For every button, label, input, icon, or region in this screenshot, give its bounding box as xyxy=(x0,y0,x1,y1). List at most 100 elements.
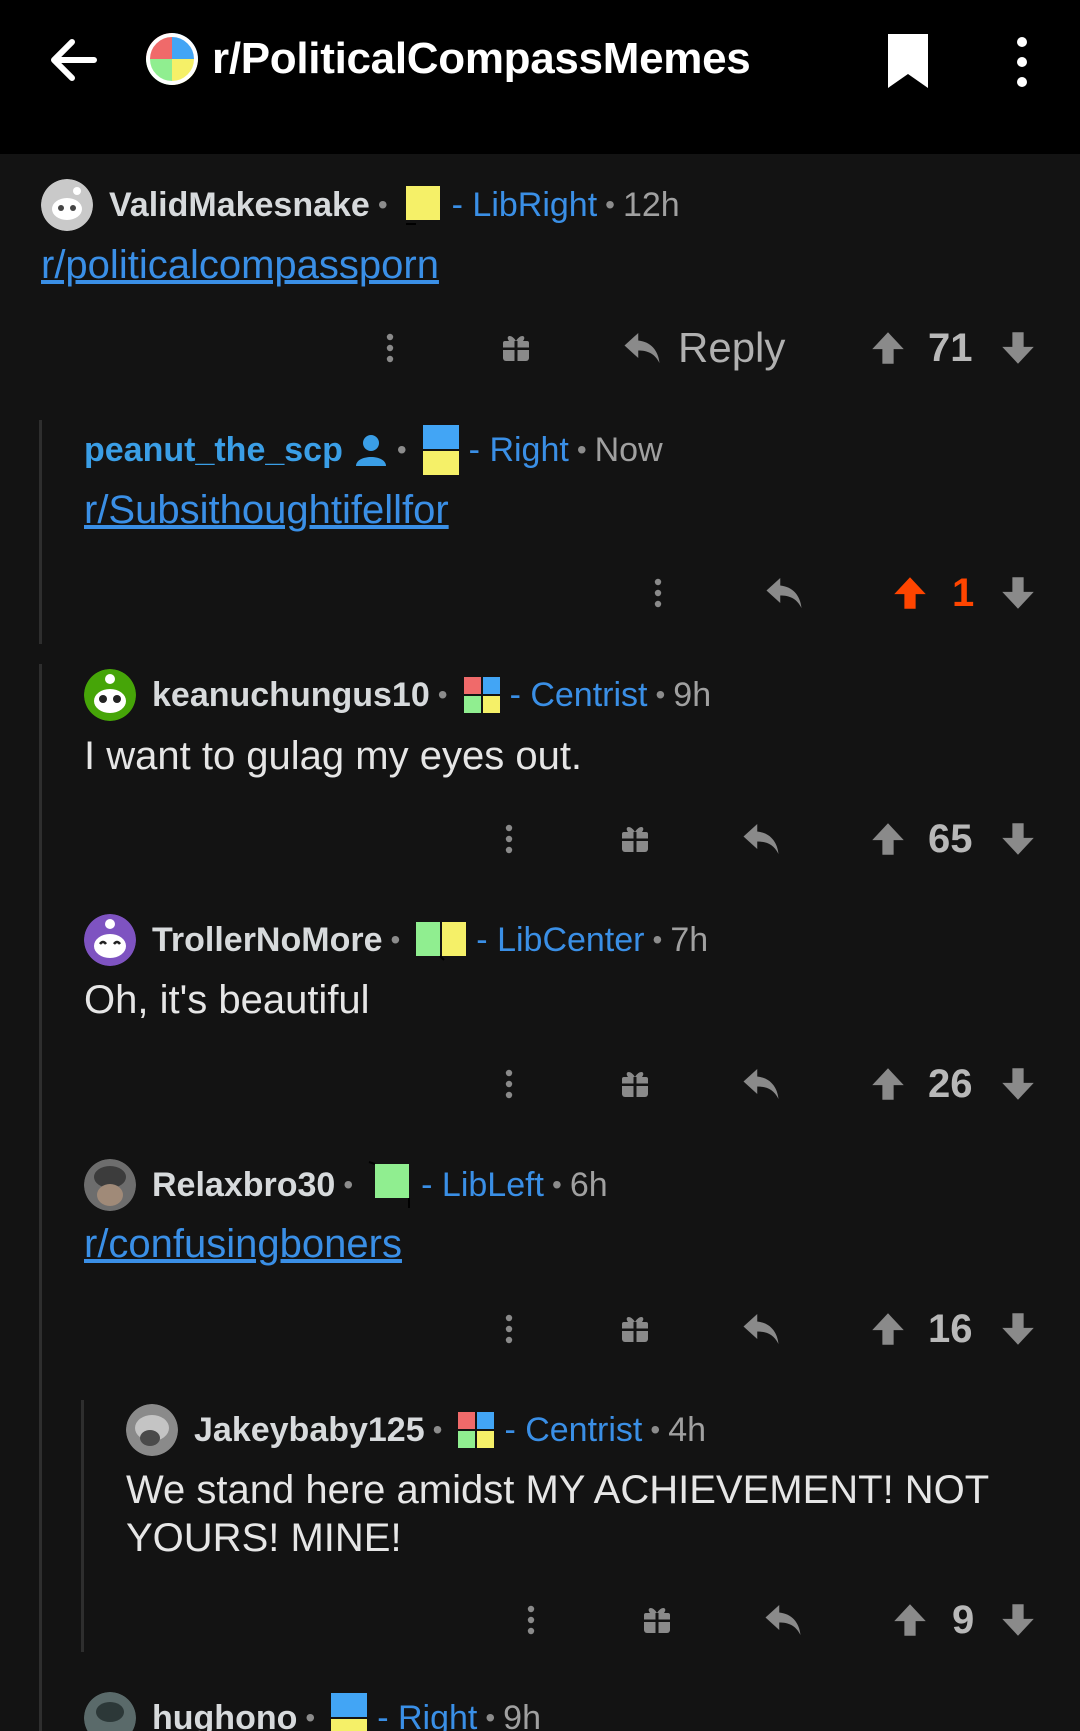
separator-dot: • xyxy=(377,189,388,220)
reply-icon[interactable] xyxy=(741,1054,781,1114)
bookmark-icon[interactable] xyxy=(882,30,934,92)
flair-icon xyxy=(368,1161,411,1208)
more-icon[interactable] xyxy=(642,563,674,623)
username[interactable]: peanut_the_scp xyxy=(84,431,343,470)
separator-dot: • xyxy=(655,679,666,710)
flair-label: - Centrist xyxy=(504,1410,643,1449)
app-header: r/PoliticalCompassMemes xyxy=(0,0,1080,134)
comment-text: I want to gulag my eyes out. xyxy=(84,734,583,778)
more-vertical-icon[interactable] xyxy=(1000,32,1044,92)
comment-meta: ValidMakesnake • - LibRight • 12h xyxy=(41,177,680,233)
reply-icon[interactable] xyxy=(741,809,781,869)
subreddit-avatar[interactable] xyxy=(146,33,198,85)
downvote-icon[interactable] xyxy=(1000,809,1036,869)
avatar[interactable] xyxy=(41,179,93,231)
comment-actions: 26 xyxy=(0,1054,1080,1114)
downvote-icon[interactable] xyxy=(1000,1299,1036,1359)
reply-label: Reply xyxy=(678,324,786,371)
comment-actions: 9 xyxy=(0,1590,1080,1650)
downvote-icon[interactable] xyxy=(1000,563,1036,623)
flair-label: - LibCenter xyxy=(476,920,645,959)
reply-button[interactable]: Reply xyxy=(622,318,785,378)
comment-meta: Relaxbro30 • - LibLeft • 6h xyxy=(84,1157,608,1213)
reply-icon[interactable] xyxy=(764,563,804,623)
separator-dot: • xyxy=(650,1414,661,1445)
timestamp: 4h xyxy=(668,1410,707,1449)
gift-icon[interactable] xyxy=(619,1054,651,1114)
separator-dot: • xyxy=(652,924,663,955)
flair-icon xyxy=(331,1693,368,1731)
flair-label: - Right xyxy=(377,1698,478,1731)
upvote-icon[interactable] xyxy=(892,563,928,623)
more-icon[interactable] xyxy=(493,809,525,869)
user-icon xyxy=(355,435,386,466)
gift-icon[interactable] xyxy=(641,1590,673,1650)
upvote-icon[interactable] xyxy=(870,1299,906,1359)
flair-icon xyxy=(458,1412,495,1448)
avatar[interactable] xyxy=(84,1159,136,1211)
gift-icon[interactable] xyxy=(619,809,651,869)
more-icon[interactable] xyxy=(515,1590,547,1650)
comment-meta: keanuchungus10 • - Centrist • 9h xyxy=(84,667,711,723)
subreddit-link[interactable]: r/Subsithoughtifellfor xyxy=(84,488,449,533)
username[interactable]: ValidMakesnake xyxy=(109,186,370,225)
upvote-icon[interactable] xyxy=(870,1054,906,1114)
subreddit-link[interactable]: r/politicalcompassporn xyxy=(41,243,439,288)
separator-dot: • xyxy=(432,1414,443,1445)
reply-icon[interactable] xyxy=(763,1590,803,1650)
avatar[interactable] xyxy=(84,914,136,966)
timestamp: 12h xyxy=(622,185,680,224)
username[interactable]: TrollerNoMore xyxy=(152,921,382,960)
downvote-icon[interactable] xyxy=(1000,1590,1036,1650)
subreddit-link[interactable]: r/confusingboners xyxy=(84,1222,402,1267)
upvote-icon[interactable] xyxy=(892,1590,928,1650)
upvote-icon[interactable] xyxy=(870,318,906,378)
arrow-left-icon[interactable] xyxy=(44,30,104,90)
flair-icon xyxy=(416,922,467,961)
timestamp: Now xyxy=(594,430,663,469)
more-icon[interactable] xyxy=(493,1299,525,1359)
username[interactable]: Jakeybaby125 xyxy=(194,1411,425,1450)
timestamp: 7h xyxy=(670,920,709,959)
avatar[interactable] xyxy=(126,1404,178,1456)
separator-dot: • xyxy=(390,924,401,955)
comment-meta: TrollerNoMore • - LibCenter • 7h xyxy=(84,912,708,968)
comment-text: We stand here amidst MY ACHIEVEMENT! NOT… xyxy=(126,1468,989,1560)
comment-actions: 65 xyxy=(0,809,1080,869)
username[interactable]: hughono xyxy=(152,1699,297,1731)
username[interactable]: Relaxbro30 xyxy=(152,1166,335,1205)
separator-dot: • xyxy=(485,1702,496,1731)
upvote-icon[interactable] xyxy=(870,809,906,869)
timestamp: 9h xyxy=(673,675,712,714)
downvote-icon[interactable] xyxy=(1000,318,1036,378)
more-icon[interactable] xyxy=(374,318,406,378)
timestamp: 9h xyxy=(503,1698,541,1731)
avatar[interactable] xyxy=(84,669,136,721)
separator-dot: • xyxy=(552,1169,562,1200)
flair-icon xyxy=(422,425,459,475)
gift-icon[interactable] xyxy=(500,318,532,378)
comment-meta: peanut_the_scp • - Right • Now xyxy=(84,422,663,478)
separator-dot: • xyxy=(605,189,615,220)
flair-icon xyxy=(405,186,440,225)
score: 9 xyxy=(952,1597,975,1642)
reply-icon xyxy=(624,333,660,363)
separator-dot: • xyxy=(437,679,448,710)
more-icon[interactable] xyxy=(493,1054,525,1114)
score: 65 xyxy=(928,816,973,861)
comment-actions: 1 xyxy=(0,563,1080,623)
flair-label: - LibRight xyxy=(451,185,598,224)
gift-icon[interactable] xyxy=(619,1299,651,1359)
separator-dot: • xyxy=(396,434,407,465)
comment-meta: Jakeybaby125 • - Centrist • 4h xyxy=(126,1402,706,1458)
comment-actions: Reply 71 xyxy=(0,318,1080,378)
downvote-icon[interactable] xyxy=(1000,1054,1036,1114)
separator-dot: • xyxy=(305,1702,316,1731)
flair-label: - LibLeft xyxy=(421,1165,544,1204)
avatar[interactable] xyxy=(84,1692,136,1731)
header-divider xyxy=(0,134,1080,154)
subreddit-title[interactable]: r/PoliticalCompassMemes xyxy=(212,34,751,84)
reply-icon[interactable] xyxy=(741,1299,781,1359)
username[interactable]: keanuchungus10 xyxy=(152,676,430,715)
comment-meta: hughono • - Right • 9h xyxy=(84,1690,541,1731)
